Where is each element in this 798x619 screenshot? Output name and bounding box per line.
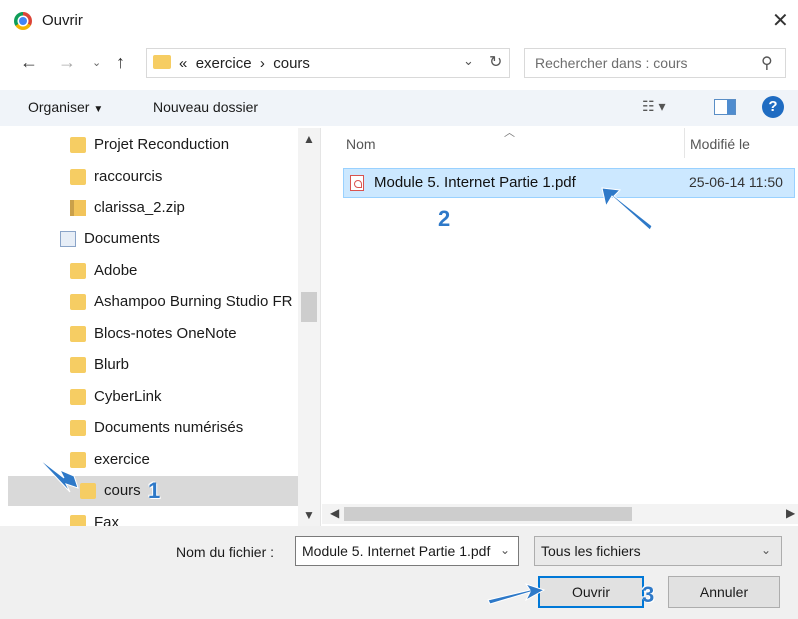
tree-item[interactable]: exercice	[8, 445, 298, 475]
filetype-value: Tous les fichiers	[541, 543, 641, 559]
scroll-right-icon[interactable]: ▶	[786, 506, 795, 520]
address-path: « exercice › cours	[179, 55, 310, 72]
file-row[interactable]: Module 5. Internet Partie 1.pdf 25-06-14…	[343, 168, 795, 198]
folder-icon	[70, 389, 86, 405]
folder-icon	[70, 169, 86, 185]
tree-item-label: clarissa_2.zip	[94, 199, 185, 216]
open-button[interactable]: Ouvrir	[538, 576, 644, 608]
tree-item-label: Blocs-notes OneNote	[94, 325, 237, 342]
tree-item[interactable]: Projet Reconduction	[8, 130, 298, 160]
file-horizontal-scrollbar[interactable]: ◀ ▶	[322, 504, 798, 524]
window-title: Ouvrir	[42, 12, 83, 29]
path-separator: ›	[259, 55, 265, 72]
organize-button[interactable]: Organiser ▼	[28, 99, 103, 115]
documents-icon	[60, 231, 76, 247]
filename-field[interactable]: Module 5. Internet Partie 1.pdf ⌄	[295, 536, 519, 566]
command-toolbar: Organiser ▼ Nouveau dossier ☷ ▾ ?	[0, 90, 798, 126]
tree-item[interactable]: Adobe	[8, 256, 298, 286]
filetype-select[interactable]: Tous les fichiers ⌄	[534, 536, 782, 566]
path-segment-exercice[interactable]: exercice	[196, 55, 252, 72]
forward-arrow-icon[interactable]: →	[58, 52, 76, 73]
chrome-logo-icon	[14, 12, 32, 30]
organize-label: Organiser	[28, 99, 90, 115]
new-folder-button[interactable]: Nouveau dossier	[153, 99, 258, 115]
tree-item-label: Projet Reconduction	[94, 136, 230, 153]
annotation-number-3: 3	[642, 582, 655, 607]
title-bar: Ouvrir ✕	[0, 0, 798, 44]
annotation-number-2: 2	[438, 206, 451, 231]
tree-item-label: raccourcis	[94, 168, 163, 185]
file-modified: 25-06-14 11:50	[689, 174, 783, 190]
tree-item[interactable]: Ashampoo Burning Studio FR	[8, 287, 298, 317]
filename-label: Nom du fichier :	[176, 544, 275, 560]
search-icon[interactable]: ⚲	[761, 53, 773, 73]
filename-dropdown-icon[interactable]: ⌄	[500, 543, 510, 557]
tree-item[interactable]: Blocs-notes OneNote	[8, 319, 298, 349]
folder-icon	[70, 137, 86, 153]
tree-item[interactable]: Documents	[8, 224, 298, 254]
chevron-down-icon: ▼	[93, 104, 104, 115]
tree-item[interactable]: Fax	[8, 508, 298, 526]
tree-item-label: Documents	[84, 230, 160, 247]
close-icon[interactable]: ✕	[772, 8, 789, 33]
tree-item-label: Fax	[94, 514, 120, 526]
tree-vertical-scrollbar[interactable]: ▲ ▼	[298, 128, 320, 526]
tree-item[interactable]: clarissa_2.zip	[8, 193, 298, 223]
tree-item[interactable]: Blurb	[8, 350, 298, 380]
navigation-tree: Projet Reconduction raccourcis clarissa_2.…	[8, 128, 321, 526]
tree-item-label: exercice	[94, 451, 150, 468]
search-box[interactable]: Rechercher dans : cours ⚲	[524, 48, 786, 78]
cancel-button[interactable]: Annuler	[668, 576, 780, 608]
scroll-left-icon[interactable]: ◀	[330, 506, 339, 520]
help-icon[interactable]: ?	[762, 96, 784, 118]
up-arrow-icon[interactable]: ↑	[116, 52, 125, 73]
recent-dropdown-icon[interactable]: ⌄	[92, 56, 101, 69]
tree-item-label: CyberLink	[94, 388, 162, 405]
column-divider	[684, 128, 685, 158]
folder-icon	[70, 515, 86, 526]
scroll-up-icon[interactable]: ▲	[303, 132, 315, 146]
path-segment-cours[interactable]: cours	[273, 55, 310, 72]
view-options-icon[interactable]: ☷ ▾	[642, 98, 665, 115]
tree-item-label: Documents numérisés	[94, 419, 244, 436]
tree-item[interactable]: CyberLink	[8, 382, 298, 412]
sort-ascending-icon: ︿	[504, 127, 515, 139]
scroll-down-icon[interactable]: ▼	[303, 508, 315, 522]
tree-item[interactable]: raccourcis	[8, 162, 298, 192]
tree-item-label: cours	[104, 482, 141, 499]
filename-value[interactable]: Module 5. Internet Partie 1.pdf	[302, 543, 492, 559]
pdf-icon	[350, 175, 364, 191]
folder-icon	[70, 294, 86, 310]
h-scroll-thumb[interactable]	[344, 507, 632, 521]
scroll-thumb[interactable]	[301, 292, 317, 322]
folder-icon	[70, 357, 86, 373]
path-prefix: «	[179, 55, 188, 72]
tree-item[interactable]: Documents numérisés	[8, 413, 298, 443]
folder-icon	[153, 55, 171, 69]
tree-item-label: Blurb	[94, 356, 130, 373]
annotation-number-1: 1	[148, 478, 161, 503]
back-arrow-icon[interactable]: ←	[20, 52, 38, 73]
preview-pane-icon[interactable]	[714, 99, 736, 115]
folder-icon	[70, 263, 86, 279]
column-header-name[interactable]: Nom	[346, 136, 376, 152]
file-name: Module 5. Internet Partie 1.pdf	[374, 174, 576, 191]
dialog-footer: Nom du fichier : Module 5. Internet Part…	[0, 526, 798, 619]
tree-item-label: Adobe	[94, 262, 138, 279]
zip-icon	[70, 200, 86, 216]
search-input[interactable]: Rechercher dans : cours	[535, 55, 688, 71]
address-bar[interactable]: « exercice › cours ⌄ ↻	[146, 48, 510, 78]
folder-icon	[80, 483, 96, 499]
refresh-icon[interactable]: ↻	[489, 52, 502, 72]
address-dropdown-icon[interactable]: ⌄	[463, 53, 474, 69]
column-header-modified[interactable]: Modifié le	[690, 136, 750, 152]
tree-item-label: Ashampoo Burning Studio FR	[94, 293, 293, 310]
filetype-dropdown-icon[interactable]: ⌄	[761, 543, 771, 557]
folder-icon	[70, 326, 86, 342]
folder-icon	[70, 452, 86, 468]
folder-icon	[70, 420, 86, 436]
